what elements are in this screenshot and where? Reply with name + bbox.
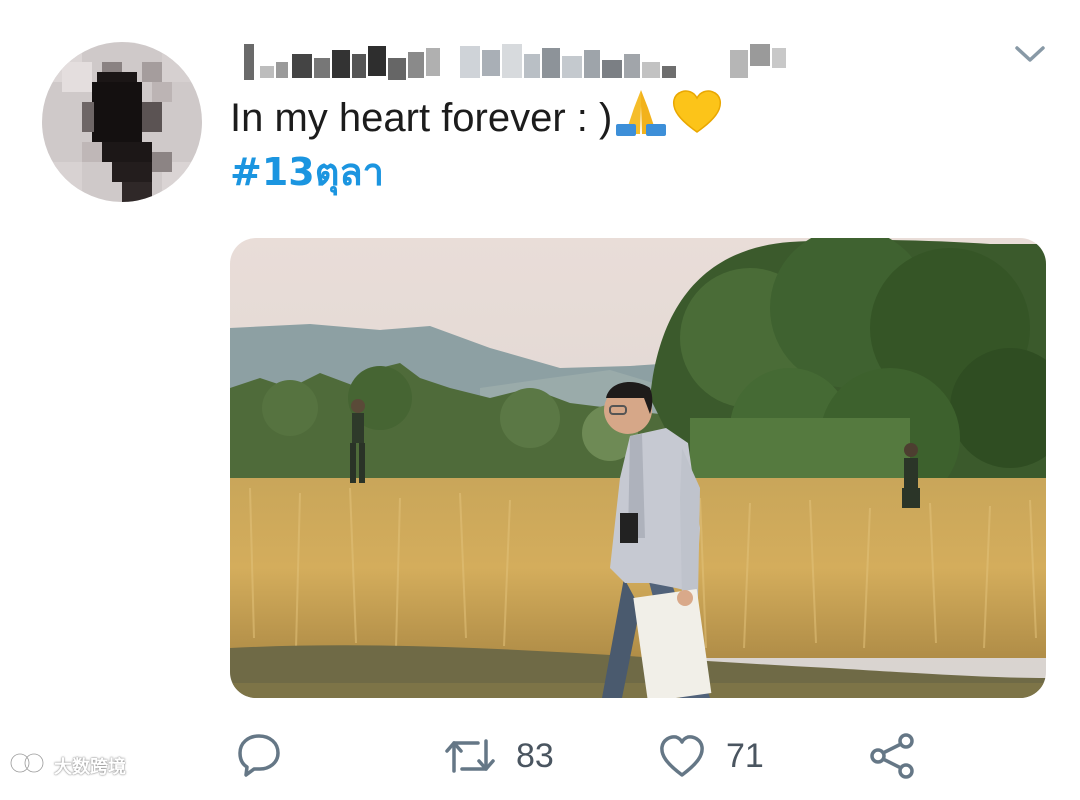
tweet-action-bar: 83 71	[0, 720, 1080, 800]
share-button[interactable]	[868, 732, 916, 780]
tweet-menu-button[interactable]	[1008, 36, 1052, 72]
tweet-text: In my heart forever : )	[230, 86, 724, 149]
like-button[interactable]: 71	[658, 732, 764, 780]
watermark-logo-icon	[10, 752, 50, 779]
watermark-text: 大数跨境	[54, 756, 126, 778]
share-icon	[870, 733, 914, 779]
reply-icon	[238, 734, 280, 777]
avatar-pixelated-image	[42, 42, 202, 202]
heart-icon	[660, 735, 704, 777]
display-name-pixelated[interactable]	[240, 40, 800, 84]
like-count: 71	[726, 737, 764, 775]
avatar[interactable]	[42, 42, 202, 202]
retweet-button[interactable]: 83	[444, 732, 554, 780]
tweet-text-body: In my heart forever : )	[230, 95, 613, 140]
retweet-icon	[445, 739, 495, 773]
reply-button[interactable]	[236, 732, 282, 778]
folded-hands-icon	[614, 86, 668, 149]
watermark: 大数跨境	[10, 752, 126, 779]
tweet-media-photo[interactable]	[230, 238, 1046, 698]
hashtag-link[interactable]: #13ตุลา	[230, 146, 384, 198]
yellow-heart-icon	[670, 86, 724, 149]
username-blur-image	[244, 44, 786, 80]
chevron-down-icon	[1015, 46, 1045, 62]
tweet-card: In my heart forever : ) #13ตุลา 83 71 大数…	[0, 0, 1080, 785]
retweet-count: 83	[516, 737, 554, 775]
photo-field-walk-image	[230, 238, 1046, 698]
